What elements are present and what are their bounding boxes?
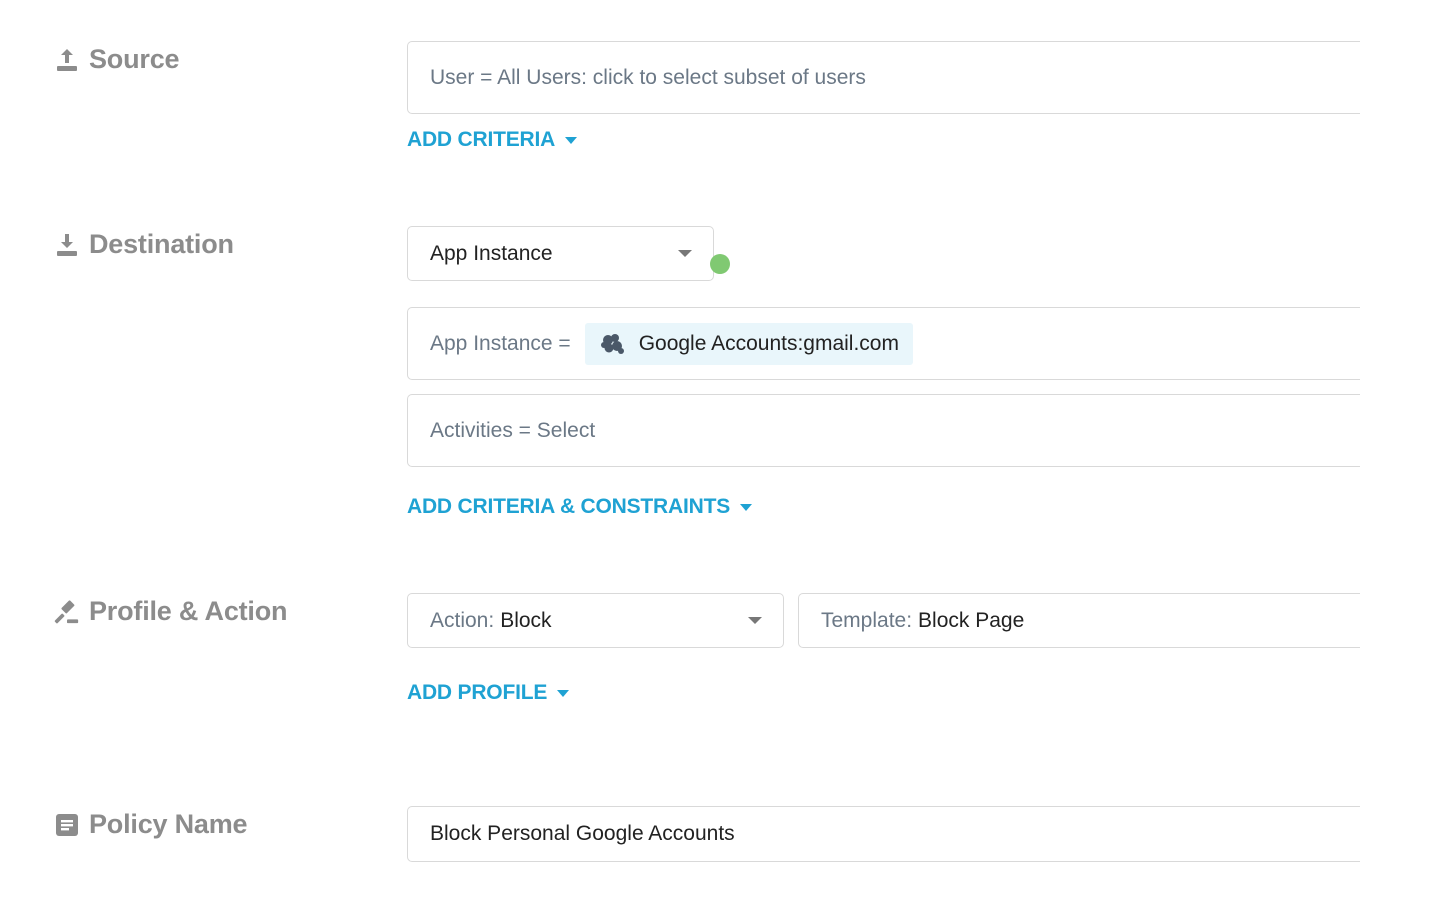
add-profile-button[interactable]: ADD PROFILE [407,681,570,705]
add-criteria-constraints-button[interactable]: ADD CRITERIA & CONSTRAINTS [407,495,753,519]
add-criteria-label: ADD CRITERIA [407,128,556,151]
policy-name-label: Policy Name [54,809,248,840]
action-prefix: Action: [430,608,495,632]
source-user-text: User = All Users: click to select subset… [430,65,866,89]
add-profile-label: ADD PROFILE [407,681,548,704]
action-value: Block [500,608,552,632]
caret-down-icon [557,689,570,697]
destination-label-text: Destination [89,229,234,259]
caret-down-icon [740,503,753,511]
profile-action-label-text: Profile & Action [89,596,288,626]
status-indicator [710,254,730,274]
template-field[interactable]: Template: Block Page [798,593,1360,648]
app-instance-field[interactable]: App Instance = Google Accounts:gmail.com [407,307,1360,380]
caret-down-icon [565,136,578,144]
activities-field[interactable]: Activities = Select [407,394,1360,467]
app-instance-prefix: App Instance = [430,331,571,355]
policy-editor: Source User = All Users: click to select… [0,0,1452,918]
destination-type-select[interactable]: App Instance [407,226,714,281]
download-icon [54,232,80,258]
source-label-text: Source [89,44,180,74]
add-criteria-constraints-label: ADD CRITERIA & CONSTRAINTS [407,495,731,518]
policy-name-value: Block Personal Google Accounts [430,822,735,845]
upload-icon [54,47,80,73]
gavel-icon [54,599,80,625]
add-criteria-button[interactable]: ADD CRITERIA [407,128,578,152]
policy-name-input[interactable]: Block Personal Google Accounts [407,806,1360,862]
chevron-down-icon [748,617,762,624]
profile-action-label: Profile & Action [54,596,288,627]
source-user-field[interactable]: User = All Users: click to select subset… [407,41,1360,114]
destination-label: Destination [54,229,234,260]
template-prefix: Template: [821,608,913,632]
document-icon [54,812,80,838]
destination-type-value: App Instance [430,241,553,265]
template-value: Block Page [918,608,1025,632]
app-instance-chip[interactable]: Google Accounts:gmail.com [584,322,913,365]
action-select[interactable]: Action: Block [407,593,784,648]
puzzle-icon [599,332,625,356]
app-instance-value: Google Accounts:gmail.com [638,331,899,355]
activities-text: Activities = Select [430,418,596,442]
source-label: Source [54,44,180,75]
chevron-down-icon [678,250,692,257]
policy-name-label-text: Policy Name [89,809,248,839]
